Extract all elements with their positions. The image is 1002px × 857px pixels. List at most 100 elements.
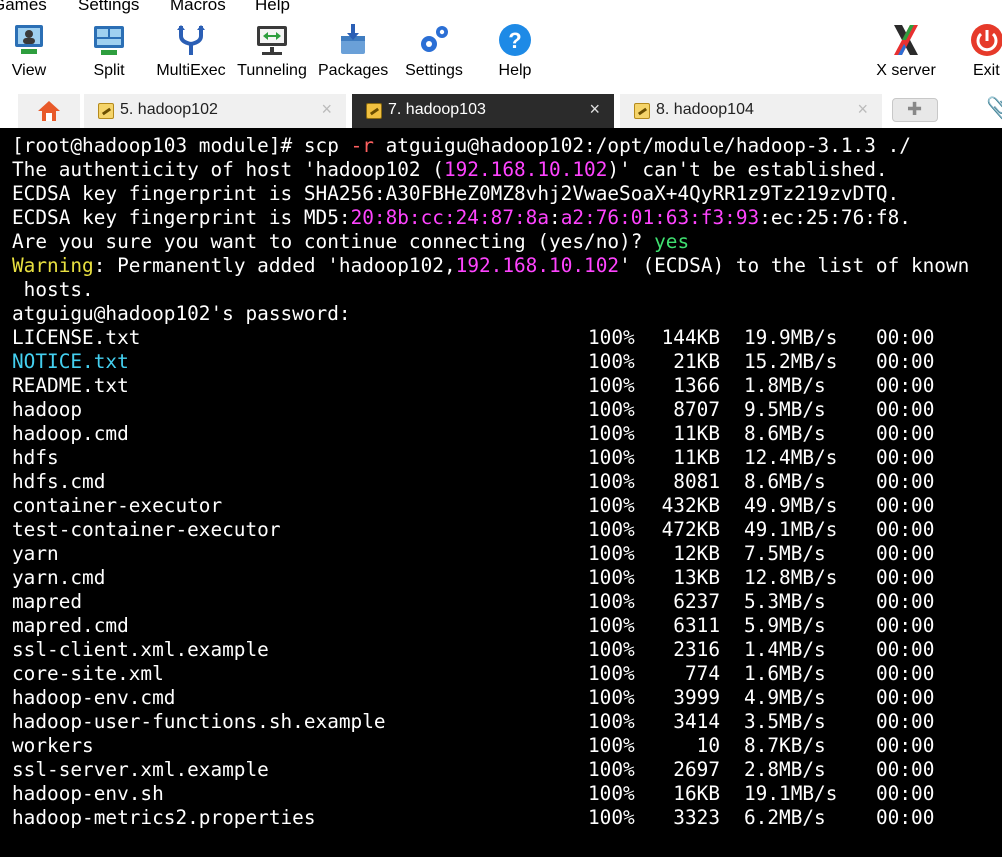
- help-icon: ?: [499, 24, 531, 56]
- svg-text:?: ?: [508, 28, 521, 53]
- md5-text-end: :ec:25:76:f8.: [759, 206, 911, 229]
- file-percent: 100%: [588, 662, 635, 685]
- file-speed: 12.8MB/s: [744, 566, 838, 589]
- file-speed: 1.8MB/s: [744, 374, 826, 397]
- file-speed: 19.1MB/s: [744, 782, 838, 805]
- file-percent: 100%: [588, 590, 635, 613]
- split-button[interactable]: Split: [80, 16, 138, 88]
- file-percent: 100%: [588, 734, 635, 757]
- file-eta: 00:00: [876, 326, 935, 349]
- file-size: 6311: [673, 614, 720, 637]
- file-percent: 100%: [588, 350, 635, 373]
- file-name: mapred.cmd: [12, 614, 129, 637]
- file-percent: 100%: [588, 710, 635, 733]
- file-eta: 00:00: [876, 518, 935, 541]
- file-speed: 2.8MB/s: [744, 758, 826, 781]
- menu-settings[interactable]: Settings: [78, 0, 139, 15]
- file-eta: 00:00: [876, 782, 935, 805]
- file-eta: 00:00: [876, 590, 935, 613]
- file-eta: 00:00: [876, 542, 935, 565]
- x-server-label: X server: [876, 62, 936, 79]
- new-tab-button[interactable]: ✚: [892, 98, 938, 122]
- close-icon[interactable]: ×: [589, 99, 600, 120]
- file-size: 3414: [673, 710, 720, 733]
- file-name: yarn: [12, 542, 59, 565]
- exit-button[interactable]: Exit: [964, 16, 1002, 88]
- close-icon[interactable]: ×: [321, 99, 332, 120]
- file-eta: 00:00: [876, 686, 935, 709]
- tab-hadoop102[interactable]: 5. hadoop102 ×: [84, 94, 346, 128]
- tab-hadoop103[interactable]: 7. hadoop103 ×: [352, 94, 614, 128]
- file-name: ssl-client.xml.example: [12, 638, 269, 661]
- md5-hex-1: 20:8b:cc:24:87:8a: [350, 206, 550, 229]
- file-name: hadoop-env.cmd: [12, 686, 176, 709]
- file-name: hdfs.cmd: [12, 470, 106, 493]
- packages-icon: [341, 24, 365, 54]
- file-size: 3323: [673, 806, 720, 829]
- home-tab[interactable]: [18, 94, 80, 128]
- file-row: container-executor 100% 432KB 49.9MB/s 00:00: [12, 494, 1002, 518]
- file-row: README.txt 100% 1366 1.8MB/s 00:00: [12, 374, 1002, 398]
- file-speed: 49.1MB/s: [744, 518, 838, 541]
- file-speed: 3.5MB/s: [744, 710, 826, 733]
- tab-hadoop104[interactable]: 8. hadoop104 ×: [620, 94, 882, 128]
- multiexec-icon: [177, 25, 205, 55]
- file-size: 10: [696, 734, 720, 757]
- menu-games[interactable]: Games: [0, 0, 47, 15]
- menu-macros[interactable]: Macros: [170, 0, 226, 15]
- settings-button[interactable]: Settings: [400, 16, 468, 88]
- file-speed: 1.6MB/s: [744, 662, 826, 685]
- file-speed: 15.2MB/s: [744, 350, 838, 373]
- file-size: 21KB: [673, 350, 720, 373]
- file-percent: 100%: [588, 638, 635, 661]
- toolbar: View Split MultiExec Tunneling Packages …: [0, 16, 1002, 88]
- close-icon[interactable]: ×: [857, 99, 868, 120]
- menu-help[interactable]: Help: [255, 0, 290, 15]
- settings-icon: [421, 26, 448, 52]
- help-button[interactable]: ? Help: [488, 16, 542, 88]
- file-name: workers: [12, 734, 94, 757]
- terminal[interactable]: [root@hadoop103 module]# scp -r atguigu@…: [0, 128, 1002, 857]
- home-icon: [38, 101, 60, 121]
- file-eta: 00:00: [876, 422, 935, 445]
- view-button[interactable]: View: [0, 16, 58, 88]
- file-percent: 100%: [588, 446, 635, 469]
- file-name: hadoop-user-functions.sh.example: [12, 710, 386, 733]
- file-name: yarn.cmd: [12, 566, 106, 589]
- file-eta: 00:00: [876, 662, 935, 685]
- view-icon: [15, 25, 43, 54]
- paperclip-icon[interactable]: 📎: [986, 96, 1002, 122]
- split-icon: [94, 26, 124, 55]
- file-size: 1366: [673, 374, 720, 397]
- packages-button[interactable]: Packages: [318, 16, 388, 88]
- file-percent: 100%: [588, 782, 635, 805]
- plus-icon: ✚: [907, 99, 923, 119]
- warning-text: : Permanently added 'hadoop102,: [93, 254, 456, 277]
- file-size: 6237: [673, 590, 720, 613]
- file-eta: 00:00: [876, 446, 935, 469]
- file-size: 11KB: [673, 446, 720, 469]
- file-row: LICENSE.txt 100% 144KB 19.9MB/s 00:00: [12, 326, 1002, 350]
- file-row: hadoop-env.sh 100% 16KB 19.1MB/s 00:00: [12, 782, 1002, 806]
- warning-line: Warning: Permanently added 'hadoop102,19…: [12, 254, 1002, 278]
- ip-text: 192.168.10.102: [443, 158, 608, 181]
- file-size: 2697: [673, 758, 720, 781]
- help-label: Help: [498, 62, 532, 79]
- warning-ip: 192.168.10.102: [455, 254, 620, 277]
- multiexec-button[interactable]: MultiExec: [155, 16, 227, 88]
- tunneling-button[interactable]: Tunneling: [236, 16, 308, 88]
- file-name: hadoop.cmd: [12, 422, 129, 445]
- file-percent: 100%: [588, 422, 635, 445]
- file-size: 11KB: [673, 422, 720, 445]
- command-line: [root@hadoop103 module]# scp -r atguigu@…: [12, 134, 1002, 158]
- x-server-button[interactable]: X server: [870, 16, 942, 88]
- file-name: test-container-executor: [12, 518, 281, 541]
- file-name: mapred: [12, 590, 83, 613]
- file-transfer-list: LICENSE.txt 100% 144KB 19.9MB/s 00:00 NOTICE.…: [12, 326, 1002, 830]
- tab-label: 8. hadoop104: [656, 101, 754, 118]
- file-eta: 00:00: [876, 470, 935, 493]
- file-eta: 00:00: [876, 758, 935, 781]
- warning-wrap-line: hosts.: [12, 278, 94, 301]
- file-speed: 1.4MB/s: [744, 638, 826, 661]
- tunneling-icon: [257, 26, 287, 55]
